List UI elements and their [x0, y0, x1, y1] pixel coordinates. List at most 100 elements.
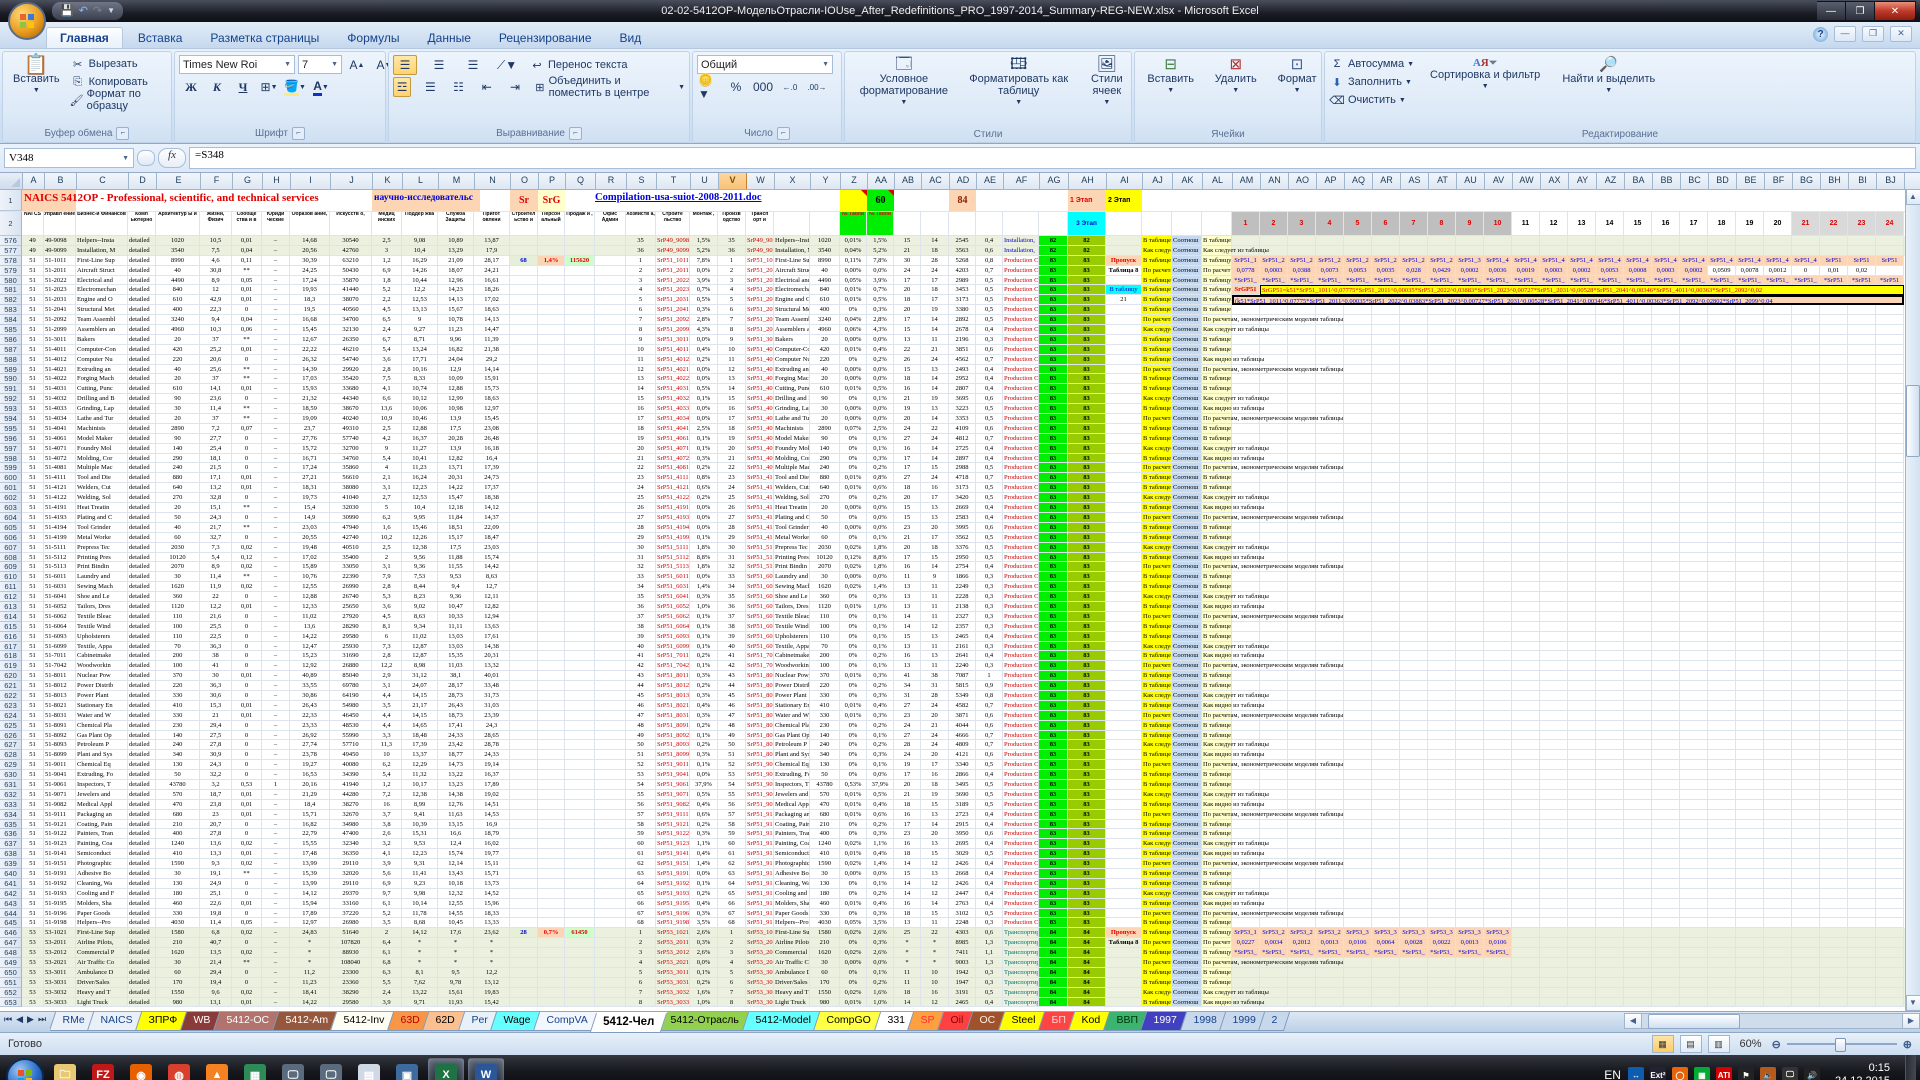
cell[interactable]: 19,5	[290, 305, 330, 315]
cell[interactable]: 5,4	[372, 345, 402, 355]
cell[interactable]: 15,35	[438, 651, 474, 661]
cell[interactable]: 33,55	[290, 681, 330, 691]
cell[interactable]: SrP51_4061	[656, 434, 690, 444]
cell[interactable]	[1736, 553, 1764, 563]
cell[interactable]: В таблицу	[1202, 285, 1232, 295]
cell[interactable]: 51-4034	[44, 414, 76, 424]
cell[interactable]: Как следует	[1142, 325, 1172, 335]
cell[interactable]: 15,23	[290, 651, 330, 661]
cell[interactable]	[1596, 463, 1624, 473]
cell[interactable]	[1288, 651, 1316, 661]
cell[interactable]	[565, 651, 595, 661]
cell[interactable]	[1792, 454, 1820, 464]
cell[interactable]	[1372, 325, 1400, 335]
cell[interactable]	[1820, 869, 1848, 879]
cell[interactable]	[510, 404, 538, 414]
cell[interactable]	[1848, 315, 1876, 325]
cell[interactable]: 14	[921, 444, 949, 454]
cell[interactable]: 54	[626, 780, 656, 790]
cell[interactable]: В таблице 8	[1142, 256, 1172, 266]
cell[interactable]	[1708, 463, 1736, 473]
cell[interactable]	[1512, 948, 1540, 958]
cell[interactable]	[1652, 839, 1680, 849]
cell[interactable]: 17	[894, 276, 921, 286]
cell[interactable]	[1344, 800, 1372, 810]
cell[interactable]: 26	[626, 503, 656, 513]
cell[interactable]: 0,3%	[867, 691, 894, 701]
cell[interactable]: Power Distrib	[76, 681, 128, 691]
cell[interactable]: Соотнош	[1172, 780, 1202, 790]
cell[interactable]: 23,78	[290, 750, 330, 760]
cell[interactable]	[1708, 829, 1736, 839]
cell[interactable]	[1484, 909, 1512, 919]
cell[interactable]: SrP49_90	[746, 246, 774, 256]
cell[interactable]: Production C	[1003, 523, 1039, 533]
cell[interactable]	[1372, 246, 1400, 256]
cell[interactable]: *SrP51_	[1624, 276, 1652, 286]
cell[interactable]: 83	[1068, 473, 1106, 483]
cell[interactable]	[1106, 740, 1142, 750]
cell[interactable]: 55	[626, 790, 656, 800]
cell[interactable]	[1260, 622, 1288, 632]
cell[interactable]	[1708, 404, 1736, 414]
cell[interactable]: В таблице	[1202, 681, 1232, 691]
workbook-minimize-button[interactable]: —	[1834, 26, 1856, 42]
cell[interactable]: Production C	[1003, 572, 1039, 582]
cell[interactable]	[1344, 553, 1372, 563]
cell[interactable]: 5,2%	[690, 246, 718, 256]
cell[interactable]: 0,4%	[690, 849, 718, 859]
cell[interactable]: 400	[156, 305, 200, 315]
cell[interactable]	[565, 394, 595, 404]
cell[interactable]: 15	[894, 365, 921, 375]
cell[interactable]: 38	[718, 622, 746, 632]
cell[interactable]: 0%	[840, 642, 867, 652]
cell[interactable]	[1260, 602, 1288, 612]
cell[interactable]	[1344, 493, 1372, 503]
column-header-AA[interactable]: AA	[868, 173, 895, 189]
cell[interactable]: 14	[718, 384, 746, 394]
cell[interactable]: SrP51_9151	[656, 859, 690, 869]
cell[interactable]: 11,88	[438, 553, 474, 563]
cell[interactable]	[1652, 463, 1680, 473]
cell[interactable]	[1400, 394, 1428, 404]
cell[interactable]: Nuclear Pow	[774, 671, 810, 681]
cell[interactable]	[1316, 572, 1344, 582]
cell[interactable]	[1372, 889, 1400, 899]
cell[interactable]	[565, 770, 595, 780]
cell[interactable]: 420	[810, 345, 840, 355]
row-number[interactable]: 2	[0, 212, 22, 236]
cell[interactable]: 17	[894, 553, 921, 563]
cell[interactable]: 17,89	[290, 909, 330, 919]
cell[interactable]: Forging Mach	[774, 374, 810, 384]
cell[interactable]: 2	[372, 928, 402, 938]
cell[interactable]: 0%	[840, 770, 867, 780]
cell[interactable]: 83	[1068, 562, 1106, 572]
cell[interactable]: *	[894, 948, 921, 958]
cell[interactable]: 5	[372, 503, 402, 513]
cell[interactable]	[1288, 800, 1316, 810]
cell[interactable]	[1764, 612, 1792, 622]
cell[interactable]: 0,5	[976, 404, 1003, 414]
cell[interactable]	[1876, 355, 1904, 365]
cell[interactable]: 0,3	[976, 602, 1003, 612]
cell[interactable]	[1400, 533, 1428, 543]
cell[interactable]: 3	[718, 948, 746, 958]
cell[interactable]	[1344, 958, 1372, 968]
cell[interactable]: 51-4021	[44, 365, 76, 375]
cell[interactable]: 210	[810, 938, 840, 948]
cell[interactable]: Как видно из таблицы	[1202, 701, 1232, 711]
cell[interactable]	[538, 642, 565, 652]
cell[interactable]: 0,6	[976, 424, 1003, 434]
cell[interactable]: Production C	[1003, 671, 1039, 681]
cell[interactable]: 49	[718, 731, 746, 741]
cell[interactable]: 30,6	[200, 691, 232, 701]
table-row[interactable]: 6025151-4122Welding, Soldetailed27032,80…	[0, 493, 1920, 503]
cell[interactable]	[1484, 661, 1512, 671]
cell[interactable]: Соотнош	[1172, 810, 1202, 820]
cell[interactable]: 2357	[949, 622, 976, 632]
cell[interactable]: 1620	[810, 582, 840, 592]
cell[interactable]: 13,99	[290, 879, 330, 889]
cell[interactable]: –	[262, 572, 290, 582]
cell[interactable]	[1876, 305, 1904, 315]
cell[interactable]	[1820, 424, 1848, 434]
